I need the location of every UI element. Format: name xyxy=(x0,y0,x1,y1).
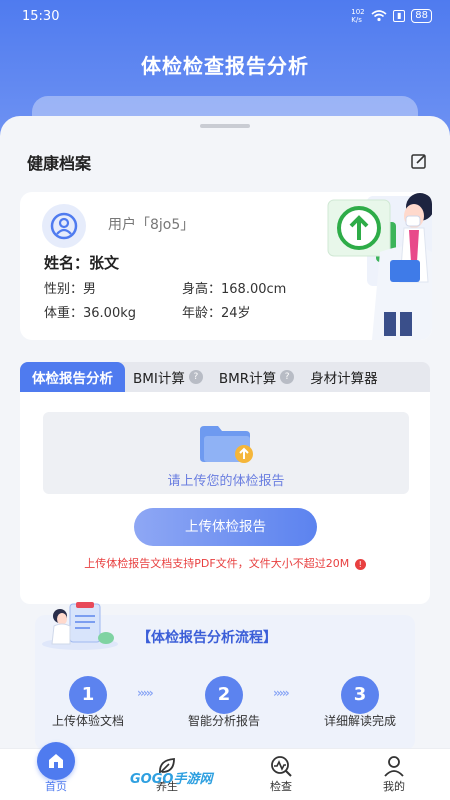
help-icon[interactable]: ? xyxy=(188,370,203,384)
tab-report-analysis[interactable]: 体检报告分析 xyxy=(20,362,125,392)
age-field: 年龄：24岁 xyxy=(182,306,251,321)
drag-handle[interactable] xyxy=(200,124,250,128)
page-title: 体检检查报告分析 xyxy=(141,54,309,78)
process-title: 【体检报告分析流程】 xyxy=(137,630,277,646)
upload-report-button[interactable]: 上传体检报告 xyxy=(134,508,317,546)
user-icon xyxy=(384,756,404,777)
step-arrow-icon: ››››› xyxy=(137,686,154,700)
battery-indicator: 88 xyxy=(411,9,432,23)
warning-icon: ! xyxy=(354,558,366,570)
name-field: 姓名：张文 xyxy=(44,254,120,272)
sim-icon: ▮ xyxy=(393,10,406,22)
user-label: 用户「8jo5」 xyxy=(108,217,195,233)
folder-upload-icon xyxy=(200,426,253,463)
doctor-illustration xyxy=(327,193,432,340)
home-icon xyxy=(37,742,75,780)
edit-icon[interactable] xyxy=(410,152,428,170)
step-3-badge: 3 xyxy=(341,676,379,714)
avatar xyxy=(42,204,86,248)
help-icon[interactable]: ? xyxy=(280,370,295,384)
nav-inspect[interactable]: 检查 xyxy=(241,748,321,800)
watermark-logo: GOGO手游网 xyxy=(130,772,213,787)
net-speed: 102 K/s xyxy=(351,8,365,24)
nav-profile[interactable]: 我的 xyxy=(354,748,434,800)
step-arrow-icon: ››››› xyxy=(273,686,290,700)
user-avatar-icon xyxy=(50,212,78,240)
warning-text: 上传体检报告文档支持PDF文件，文件大小不超过20M xyxy=(84,557,350,570)
upload-warning: 上传体检报告文档支持PDF文件，文件大小不超过20M ! xyxy=(20,555,430,571)
status-time: 15:30 xyxy=(22,8,60,24)
nav-home[interactable]: 首页 xyxy=(16,742,96,800)
tab-label: BMR计算 xyxy=(218,371,277,387)
wifi-icon xyxy=(371,10,387,22)
tab-label: 体检报告分析 xyxy=(32,371,113,387)
nav-label: 首页 xyxy=(45,780,67,793)
health-file-title: 健康档案 xyxy=(27,154,92,173)
tab-bmi[interactable]: BMI计算 ? xyxy=(125,362,211,392)
tab-bmr[interactable]: BMR计算 ? xyxy=(211,362,302,392)
weight-field: 体重：36.00kg xyxy=(44,306,136,321)
inspect-icon xyxy=(271,756,292,777)
upload-hint: 请上传您的体检报告 xyxy=(167,474,285,489)
tab-body-calculator[interactable]: 身材计算器 xyxy=(302,362,386,392)
profile-card[interactable]: 用户「8jo5」 姓名：张文 性别：男 身高：168.00cm 体重：36.00… xyxy=(20,192,432,340)
status-icons: 102 K/s ▮ 88 xyxy=(351,8,432,24)
gender-field: 性别：男 xyxy=(44,282,97,297)
step-1-badge: 1 xyxy=(69,676,107,714)
tab-label: BMI计算 xyxy=(133,371,185,387)
height-field: 身高：168.00cm xyxy=(182,282,287,297)
nav-label: 我的 xyxy=(383,780,405,793)
status-bar: 15:30 102 K/s ▮ 88 xyxy=(0,0,450,32)
doctor-report-illustration xyxy=(42,602,118,650)
step-3-label: 详细解读完成 xyxy=(323,714,396,728)
tab-bar: 体检报告分析 BMI计算 ? BMR计算 ? 身材计算器 xyxy=(20,362,430,392)
step-2-label: 智能分析报告 xyxy=(187,714,260,728)
step-2-badge: 2 xyxy=(205,676,243,714)
step-1-label: 上传体验文档 xyxy=(51,714,124,728)
tab-label: 身材计算器 xyxy=(310,371,378,387)
nav-label: 检查 xyxy=(270,780,292,793)
